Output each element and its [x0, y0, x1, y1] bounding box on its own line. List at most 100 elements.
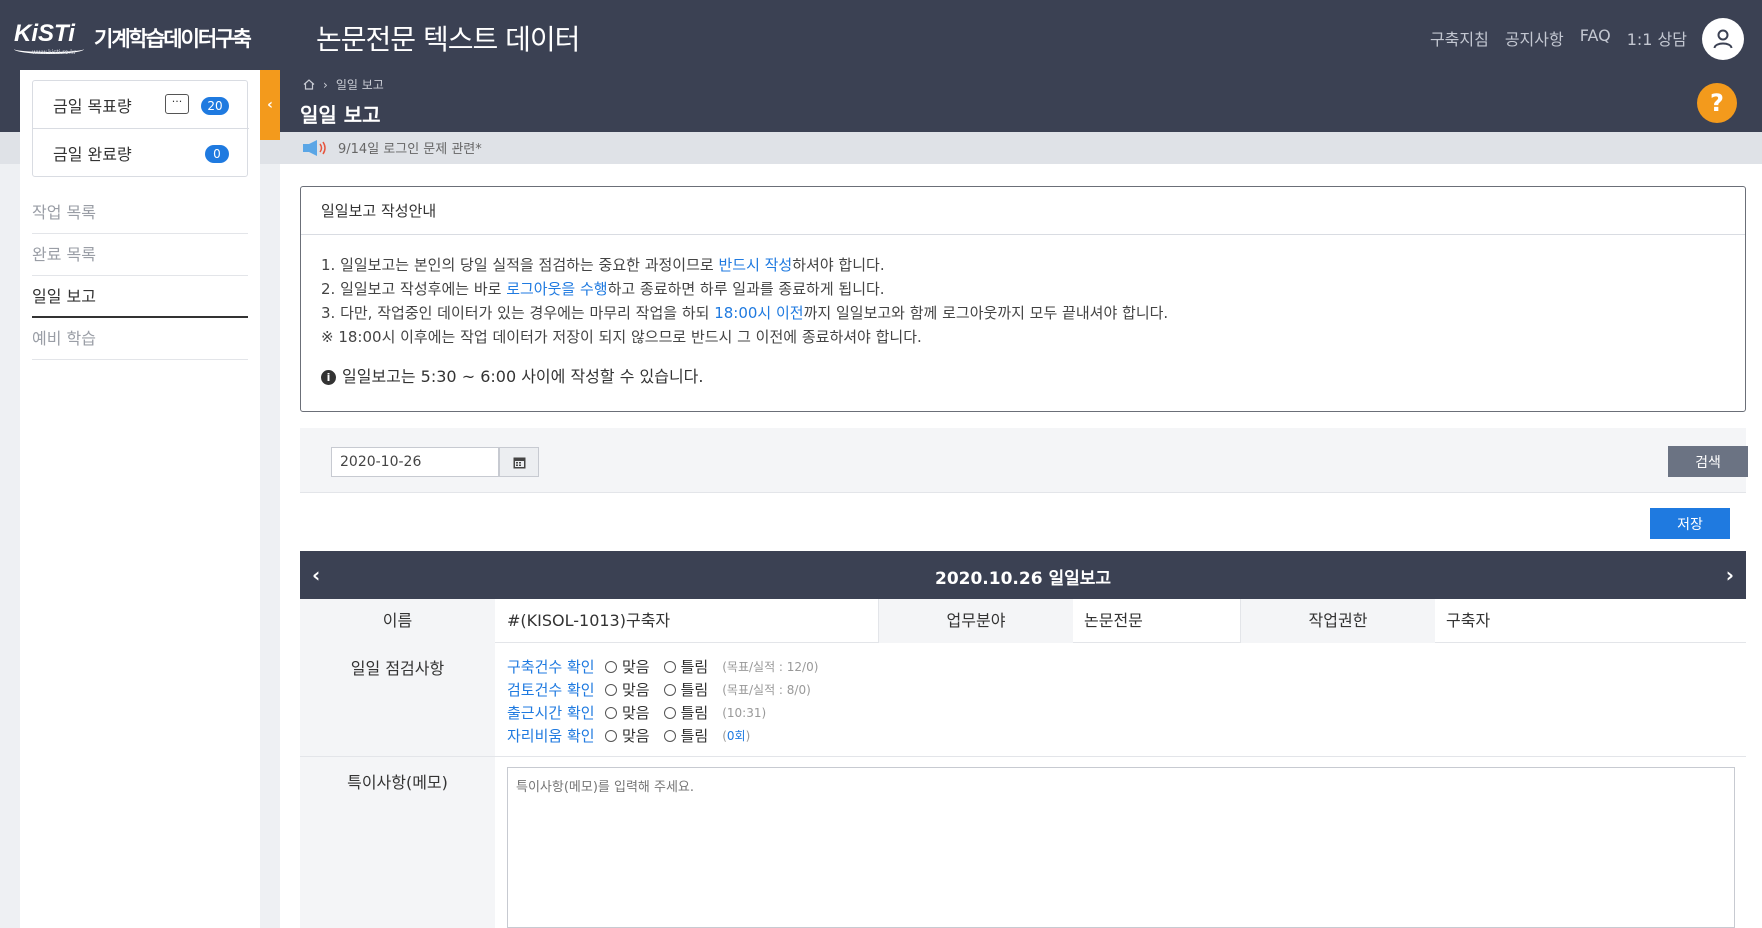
nav-consult[interactable]: 1:1 상담 — [1627, 26, 1687, 50]
radio-circle[interactable] — [663, 683, 676, 696]
guide-title: 일일보고 작성안내 — [301, 187, 1745, 235]
field-value: 논문전문 — [1084, 611, 1143, 630]
away-count-link[interactable]: 0회 — [727, 729, 746, 743]
check-name[interactable]: 출근시간 확인 — [507, 702, 605, 723]
daily-check-list: 구축건수 확인 맞음 틀림 (목표/실적 : 12/0) 검토건수 확인 맞음 … — [507, 655, 818, 747]
name-value: #(KISOL-1013)구축자 — [507, 611, 671, 630]
daily-stats: 금일 목표량 ··· 20 금일 완료량 0 — [32, 80, 249, 177]
radio-circle[interactable] — [605, 683, 617, 696]
radio-circle[interactable] — [663, 660, 676, 673]
radio-circle[interactable] — [663, 706, 676, 719]
radio-yes[interactable]: 맞음 — [605, 679, 650, 700]
kisti-logo[interactable]: KiSTi www.kisti.re.kr 기계학습데이터구축 — [14, 14, 274, 58]
meta-close: ) — [745, 729, 751, 743]
app-title: 논문전문 텍스트 데이터 — [316, 23, 580, 56]
guide-line-2-text: 2. 일일보고 작성후에는 바로 — [321, 280, 507, 298]
guide-line-1: 1. 일일보고는 본인의 당일 실적을 점검하는 중요한 과정이므로 반드시 작… — [321, 253, 1725, 277]
date-input[interactable] — [331, 447, 499, 477]
stat-target-badge: 20 — [201, 97, 229, 115]
check-item-arrival-time: 출근시간 확인 맞음 틀림 (10:31) — [507, 701, 818, 724]
check-item-review-count: 검토건수 확인 맞음 틀림 (목표/실적 : 8/0) — [507, 678, 818, 701]
radio-no-label: 틀림 — [680, 658, 709, 676]
radio-no[interactable]: 틀림 — [663, 679, 708, 700]
guide-line-1-text: 1. 일일보고는 본인의 당일 실적을 점검하는 중요한 과정이므로 — [321, 256, 719, 274]
radio-circle[interactable] — [605, 729, 617, 742]
sidebar-item-daily-report[interactable]: 일일 보고 — [32, 276, 248, 318]
main-content: 일일보고 작성안내 1. 일일보고는 본인의 당일 실적을 점검하는 중요한 과… — [280, 164, 1762, 928]
check-name[interactable]: 자리비움 확인 — [507, 725, 605, 746]
report-title: 2020.10.26 일일보고 — [934, 569, 1112, 589]
sidebar-item-pre-training[interactable]: 예비 학습 — [32, 318, 248, 360]
stat-target-row: 금일 목표량 ··· 20 — [33, 81, 249, 129]
stat-done-label: 금일 완료량 — [53, 145, 132, 164]
field-label: 업무분야 — [878, 599, 1073, 643]
guide-line-3-text: 3. 다만, 작업중인 데이터가 있는 경우에는 마무리 작업을 하되 — [321, 304, 715, 322]
save-button[interactable]: 저장 — [1650, 508, 1730, 539]
guide-line-3-highlight: 18:00시 이전 — [714, 304, 804, 322]
radio-yes[interactable]: 맞음 — [605, 656, 650, 677]
search-bar: 검색 — [300, 428, 1748, 493]
radio-circle[interactable] — [663, 729, 676, 742]
megaphone-icon — [303, 139, 326, 156]
chevron-right-icon[interactable]: › — [1726, 563, 1734, 587]
guide-line-2-tail: 하고 종료하면 하루 일과를 종료하게 됩니다. — [607, 280, 885, 298]
guide-panel: 일일보고 작성안내 1. 일일보고는 본인의 당일 실적을 점검하는 중요한 과… — [300, 186, 1746, 412]
chat-bubble-icon[interactable]: ··· — [165, 94, 189, 114]
breadcrumb: › 일일 보고 — [303, 76, 384, 93]
sidebar-collapse-button[interactable]: ‹ — [260, 70, 280, 140]
home-icon[interactable] — [303, 79, 315, 90]
radio-circle[interactable] — [605, 660, 617, 673]
calendar-button[interactable] — [499, 447, 539, 477]
stat-target-label: 금일 목표량 — [53, 96, 132, 116]
top-nav: 구축지침 공지사항 FAQ 1:1 상담 — [1430, 26, 1687, 50]
guide-line-1-tail: 하셔야 합니다. — [792, 256, 885, 274]
guide-line-4: ※ 18:00시 이후에는 작업 데이터가 저장이 되지 않으므로 반드시 그 … — [321, 328, 922, 346]
memo-row: 특이사항(메모) — [300, 757, 1746, 928]
notice-link[interactable]: 9/14일 로그인 문제 관련* — [302, 138, 482, 157]
radio-no-label: 틀림 — [680, 704, 709, 722]
calendar-icon — [513, 457, 525, 468]
radio-yes[interactable]: 맞음 — [605, 725, 650, 746]
radio-no[interactable]: 틀림 — [663, 702, 709, 723]
check-meta: (목표/실적 : 12/0) — [722, 660, 819, 674]
guide-body: 1. 일일보고는 본인의 당일 실적을 점검하는 중요한 과정이므로 반드시 작… — [301, 235, 1745, 389]
role-label: 작업권한 — [1240, 599, 1435, 643]
guide-line-2-highlight: 로그아웃을 수행 — [506, 280, 608, 298]
check-meta: (0회) — [722, 727, 750, 744]
radio-no[interactable]: 틀림 — [663, 656, 709, 677]
guide-line-3: 3. 다만, 작업중인 데이터가 있는 경우에는 마무리 작업을 하되 18:0… — [321, 301, 1725, 325]
daily-check-label: 일일 점검사항 — [300, 643, 495, 756]
radio-circle[interactable] — [605, 706, 617, 719]
logo-subtitle: 기계학습데이터구축 — [94, 27, 252, 51]
check-name[interactable]: 구축건수 확인 — [507, 656, 605, 677]
memo-textarea[interactable] — [507, 767, 1735, 928]
radio-no-label: 틀림 — [680, 727, 709, 745]
radio-yes-label: 맞음 — [622, 681, 650, 699]
stat-done-row: 금일 완료량 0 — [33, 129, 249, 177]
page-title: 일일 보고 — [300, 103, 381, 127]
side-menu: 작업 목록 완료 목록 일일 보고 예비 학습 — [32, 192, 248, 360]
check-meta: (목표/실적 : 8/0) — [722, 683, 811, 697]
user-profile-button[interactable] — [1702, 18, 1744, 60]
nav-faq[interactable]: FAQ — [1580, 26, 1611, 50]
radio-yes[interactable]: 맞음 — [605, 702, 650, 723]
radio-no[interactable]: 틀림 — [663, 725, 709, 746]
sidebar-item-task-list[interactable]: 작업 목록 — [32, 192, 248, 234]
nav-guide[interactable]: 구축지침 — [1430, 26, 1489, 50]
search-button[interactable]: 검색 — [1668, 446, 1748, 477]
guide-line-3-tail: 까지 일일보고와 함께 로그아웃까지 모두 끝내셔야 합니다. — [803, 304, 1169, 322]
chevron-left-icon: ‹ — [267, 97, 273, 113]
sidebar-item-done-list[interactable]: 완료 목록 — [32, 234, 248, 276]
report-header: ‹ 2020.10.26 일일보고 › — [300, 551, 1746, 599]
daily-check-row: 일일 점검사항 구축건수 확인 맞음 틀림 (목표/실적 : 12/0) 검토건… — [300, 643, 1746, 757]
radio-yes-label: 맞음 — [622, 704, 650, 722]
check-item-build-count: 구축건수 확인 맞음 틀림 (목표/실적 : 12/0) — [507, 655, 818, 678]
help-button[interactable]: ? — [1697, 83, 1737, 123]
nav-notice[interactable]: 공지사항 — [1505, 26, 1564, 50]
sidebar: 금일 목표량 ··· 20 금일 완료량 0 작업 목록 완료 목록 일일 보고… — [20, 70, 260, 928]
info-icon: i — [321, 369, 336, 385]
check-name[interactable]: 검토건수 확인 — [507, 679, 605, 700]
breadcrumb-current: 일일 보고 — [335, 78, 384, 92]
logo-url: www.kisti.re.kr — [32, 49, 77, 56]
guide-line-2: 2. 일일보고 작성후에는 바로 로그아웃을 수행하고 종료하면 하루 일과를 … — [321, 277, 1725, 301]
